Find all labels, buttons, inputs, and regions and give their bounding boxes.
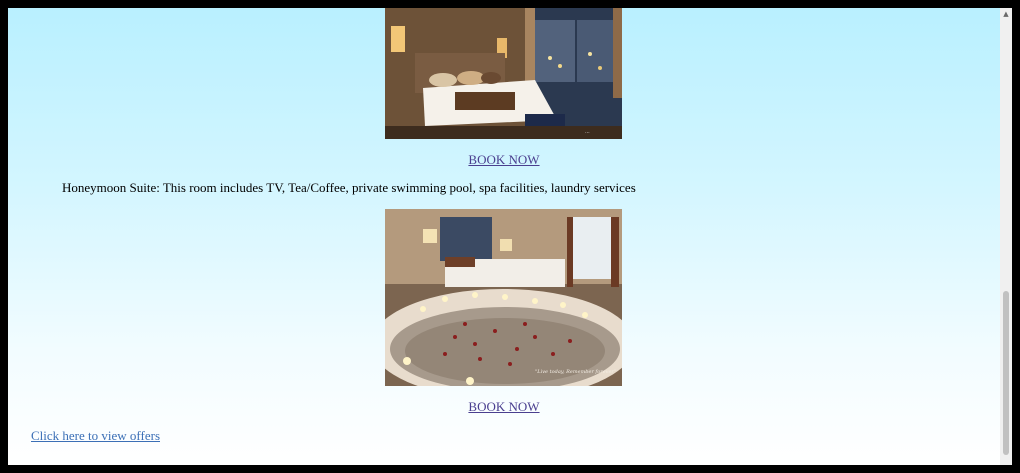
vertical-scrollbar[interactable]: ▲: [1000, 8, 1012, 465]
room-photo-deluxe: ⋯: [385, 8, 622, 139]
view-offers-link[interactable]: Click here to view offers: [31, 428, 160, 444]
browser-frame: ⋯ BOOK NOW Honeymoon Suite: This room in…: [8, 8, 1012, 465]
page-viewport: ⋯ BOOK NOW Honeymoon Suite: This room in…: [8, 8, 1000, 465]
scrollbar-thumb[interactable]: [1003, 291, 1009, 455]
honeymoon-suite-description: Honeymoon Suite: This room includes TV, …: [62, 180, 636, 195]
book-now-link-1[interactable]: BOOK NOW: [8, 152, 1000, 168]
scroll-up-arrow-icon[interactable]: ▲: [1000, 8, 1012, 20]
photo-caption: "Live today, Remember forever": [535, 369, 616, 375]
book-now-link-2[interactable]: BOOK NOW: [8, 399, 1000, 415]
svg-text:⋯: ⋯: [585, 130, 590, 136]
room-photo-honeymoon-suite: "Live today, Remember forever": [385, 209, 622, 386]
